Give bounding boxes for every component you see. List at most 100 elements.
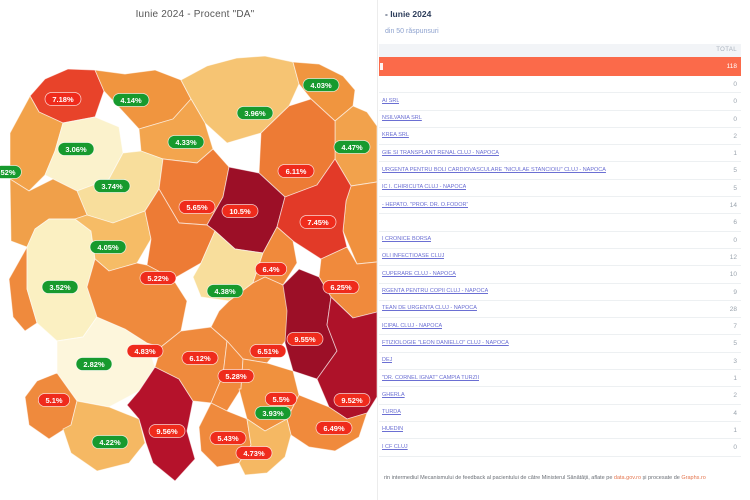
hospital-link[interactable]: CUPERARE CLUJ - NAPOCA <box>382 271 456 277</box>
badge-label: 3.93% <box>262 409 284 418</box>
row-total: 5 <box>733 340 737 347</box>
table-body: 0AI SRL0NSILVANIA SRL0KREA SRL2GIE SI TR… <box>379 76 741 457</box>
badge-label: 3.96% <box>244 109 266 118</box>
highlight-row[interactable]: 118 <box>379 57 741 76</box>
hospital-link[interactable]: GIE SI TRANSPLANT RENAL CLUJ - NAPOCA <box>382 150 499 156</box>
hospital-link[interactable]: I CF CLUJ <box>382 444 408 450</box>
table-row: I CF CLUJ 0 <box>379 439 741 456</box>
data-gov-link[interactable]: data.gov.ro <box>614 475 641 481</box>
table-row: OLI INFECTIOASE CLUJ 12 <box>379 249 741 266</box>
badge-2.82%: 2.82% <box>76 358 112 371</box>
row-total: 9 <box>733 289 737 296</box>
romania-choropleth-map: 7.18%4.14%3.96%4.03%3.06%4.33%4.47%52%3.… <box>0 0 377 500</box>
hospital-link[interactable]: RGENTA PENTRU COPII CLUJ - NAPOCA <box>382 288 488 294</box>
badge-3.93%: 3.93% <box>255 407 291 420</box>
table-row: AI SRL 0 <box>379 93 741 110</box>
badge-label: 5.65% <box>186 203 208 212</box>
table-header: TOTAL <box>379 44 741 57</box>
badge-9.52%: 9.52% <box>334 394 370 407</box>
badge-7.45%: 7.45% <box>300 216 336 229</box>
badge-4.05%: 4.05% <box>90 241 126 254</box>
table-row: GIE SI TRANSPLANT RENAL CLUJ - NAPOCA 1 <box>379 145 741 162</box>
badge-label: 4.83% <box>134 347 156 356</box>
map-pane: Iunie 2024 - Procent "DA" 7.18%4.14%3.96… <box>0 0 377 500</box>
hospital-link[interactable]: OLI INFECTIOASE CLUJ <box>382 253 444 259</box>
badge-label: 5.1% <box>45 396 62 405</box>
hospital-link[interactable]: ICIPAL CLUJ - NAPOCA <box>382 323 442 329</box>
badge-label: 2.82% <box>83 360 105 369</box>
badge-4.83%: 4.83% <box>127 345 163 358</box>
highlight-row-total: 118 <box>727 63 737 70</box>
hospital-link[interactable]: IC I. CHIRICUTA CLUJ - NAPOCA <box>382 184 466 190</box>
table-row: TEAN DE URGENTA CLUJ - NAPOCA28 <box>379 301 741 318</box>
hospital-link[interactable]: DEJ <box>382 357 392 363</box>
badge-3.06%: 3.06% <box>58 143 94 156</box>
panel-title: - Iunie 2024 <box>385 9 431 19</box>
hospital-link[interactable]: "DR. CORNEL IGNAT" CAMPIA TURZII <box>382 375 479 381</box>
badge-4.03%: 4.03% <box>303 79 339 92</box>
badge-6.11%: 6.11% <box>278 165 314 178</box>
report-panel: - Iunie 2024 din 50 răspunsuri TOTAL 118… <box>377 0 750 500</box>
hospital-link[interactable]: TEAN DE URGENTA CLUJ - NAPOCA <box>382 305 477 311</box>
badge-label: 3.52% <box>49 283 71 292</box>
row-total: 5 <box>733 167 737 174</box>
hospital-link[interactable]: TURDA <box>382 409 401 415</box>
badge-4.33%: 4.33% <box>168 136 204 149</box>
badge-label: 9.55% <box>294 335 316 344</box>
row-total: 0 <box>733 98 737 105</box>
table-row: IC I. CHIRICUTA CLUJ - NAPOCA 5 <box>379 180 741 197</box>
badge-4.73%: 4.73% <box>236 447 272 460</box>
badge-6.25%: 6.25% <box>323 281 359 294</box>
hospital-link[interactable]: URGENTA PENTRU BOLI CARDIOVASCULARE "NIC… <box>382 167 606 173</box>
row-total: 2 <box>733 133 737 140</box>
row-total: 1 <box>733 375 737 382</box>
row-total: 7 <box>733 323 737 330</box>
graphs-link[interactable]: Graphs.ro <box>681 475 705 481</box>
badge-label: 5.5% <box>272 395 289 404</box>
row-total: 1 <box>733 150 737 157</box>
badge-label: 4.05% <box>97 243 119 252</box>
hospital-link[interactable]: NSILVANIA SRL <box>382 115 422 121</box>
table-row: ICIPAL CLUJ - NAPOCA 7 <box>379 318 741 335</box>
hospital-link[interactable]: - HEPATO. "PROF. DR. O.FODOR" <box>382 202 468 208</box>
badge-3.52%: 3.52% <box>42 281 78 294</box>
badge-6.51%: 6.51% <box>250 345 286 358</box>
row-total: 0 <box>733 444 737 451</box>
row-total: 12 <box>730 254 737 261</box>
badge-label: 52% <box>0 168 15 177</box>
hospital-link[interactable]: FTIZIOLOGIE "LEON DANIELLO" CLUJ - NAPOC… <box>382 340 509 346</box>
highlight-row-label-fragment <box>380 63 383 70</box>
badge-label: 4.73% <box>243 449 265 458</box>
badge-label: 7.18% <box>52 95 74 104</box>
table-row: HUEDIN1 <box>379 422 741 439</box>
table-row: "DR. CORNEL IGNAT" CAMPIA TURZII 1 <box>379 370 741 387</box>
badge-label: 6.4% <box>262 265 279 274</box>
hospital-link[interactable]: GHERLA <box>382 392 405 398</box>
badge-5.1%: 5.1% <box>38 394 69 407</box>
dashboard: Iunie 2024 - Procent "DA" 7.18%4.14%3.96… <box>0 0 750 500</box>
row-total: 10 <box>730 271 737 278</box>
hospital-link[interactable]: HUEDIN <box>382 426 403 432</box>
table-row: CUPERARE CLUJ - NAPOCA 10 <box>379 266 741 283</box>
row-total: 3 <box>733 358 737 365</box>
badge-label: 5.22% <box>147 274 169 283</box>
badge-label: 10.5% <box>229 207 251 216</box>
badge-label: 4.14% <box>120 96 142 105</box>
county-arad[interactable] <box>27 219 97 341</box>
row-total: 5 <box>733 185 737 192</box>
table-row: TURDA 4 <box>379 405 741 422</box>
hospital-link[interactable]: KREA SRL <box>382 132 409 138</box>
row-total: 4 <box>733 410 737 417</box>
badge-label: 4.38% <box>214 287 236 296</box>
badge-label: 5.43% <box>217 434 239 443</box>
table-row: FTIZIOLOGIE "LEON DANIELLO" CLUJ - NAPOC… <box>379 335 741 352</box>
footer-note: rin intermediul Mecanismului de feedback… <box>384 475 742 481</box>
badge-52%: 52% <box>0 166 21 179</box>
table-row: KREA SRL 2 <box>379 128 741 145</box>
hospital-link[interactable]: I CRONICE BORSA <box>382 236 431 242</box>
badge-label: 5.28% <box>225 372 247 381</box>
badge-4.22%: 4.22% <box>92 436 128 449</box>
row-total: 2 <box>733 392 737 399</box>
row-total: 6 <box>733 219 737 226</box>
hospital-link[interactable]: AI SRL <box>382 98 399 104</box>
